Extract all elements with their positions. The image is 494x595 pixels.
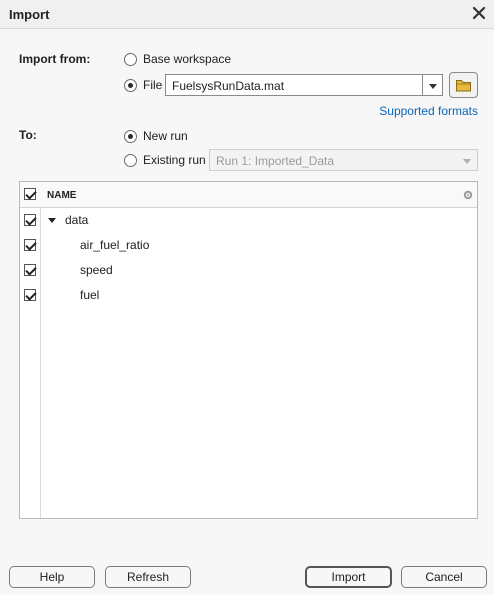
base-workspace-radio[interactable] xyxy=(124,52,137,66)
existing-run-option[interactable]: Existing run xyxy=(124,153,206,167)
select-all-checkbox[interactable] xyxy=(24,188,36,200)
help-button[interactable]: Help xyxy=(9,566,95,588)
window-title: Import xyxy=(9,7,50,22)
new-run-label: New run xyxy=(143,129,188,143)
browse-folder-button[interactable] xyxy=(449,72,478,98)
file-option[interactable]: File xyxy=(124,78,162,92)
new-run-radio[interactable] xyxy=(124,129,137,143)
gear-icon[interactable] xyxy=(463,190,473,200)
row-checkbox[interactable] xyxy=(24,214,36,226)
file-combobox[interactable]: FuelsysRunData.mat xyxy=(165,74,443,96)
close-icon[interactable] xyxy=(470,4,488,22)
existing-run-dropdown-button xyxy=(457,150,477,170)
expand-caret-icon[interactable] xyxy=(48,218,56,223)
cancel-button[interactable]: Cancel xyxy=(401,566,487,588)
base-workspace-label: Base workspace xyxy=(143,52,232,66)
refresh-button[interactable]: Refresh xyxy=(105,566,191,588)
variables-table: NAME data air_fuel_ratio speed fuel xyxy=(19,181,478,519)
title-bar: Import xyxy=(0,0,494,29)
existing-run-radio[interactable] xyxy=(124,153,137,167)
row-label: fuel xyxy=(80,288,100,302)
row-label: air_fuel_ratio xyxy=(80,238,150,252)
row-label: speed xyxy=(80,263,113,277)
folder-icon xyxy=(456,80,471,92)
to-label: To: xyxy=(19,128,37,142)
file-dropdown-button[interactable] xyxy=(422,75,442,95)
row-checkbox[interactable] xyxy=(24,239,36,251)
file-input[interactable]: FuelsysRunData.mat xyxy=(172,79,284,93)
existing-run-value: Run 1: Imported_Data xyxy=(216,154,335,168)
table-row[interactable]: data xyxy=(20,208,477,233)
base-workspace-option[interactable]: Base workspace xyxy=(124,52,231,66)
table-row[interactable]: speed xyxy=(20,258,477,283)
row-checkbox[interactable] xyxy=(24,289,36,301)
file-label: File xyxy=(143,78,163,92)
table-row[interactable]: air_fuel_ratio xyxy=(20,233,477,258)
import-button[interactable]: Import xyxy=(305,566,392,588)
file-radio[interactable] xyxy=(124,78,137,92)
new-run-option[interactable]: New run xyxy=(124,129,188,143)
table-row[interactable]: fuel xyxy=(20,283,477,308)
table-header: NAME xyxy=(20,182,477,208)
supported-formats-link[interactable]: Supported formats xyxy=(379,104,478,118)
existing-run-label: Existing run xyxy=(143,153,206,167)
row-checkbox[interactable] xyxy=(24,264,36,276)
existing-run-combobox: Run 1: Imported_Data xyxy=(209,149,478,171)
name-column-header: NAME xyxy=(47,190,77,201)
row-label: data xyxy=(65,213,89,227)
import-from-label: Import from: xyxy=(19,52,91,66)
